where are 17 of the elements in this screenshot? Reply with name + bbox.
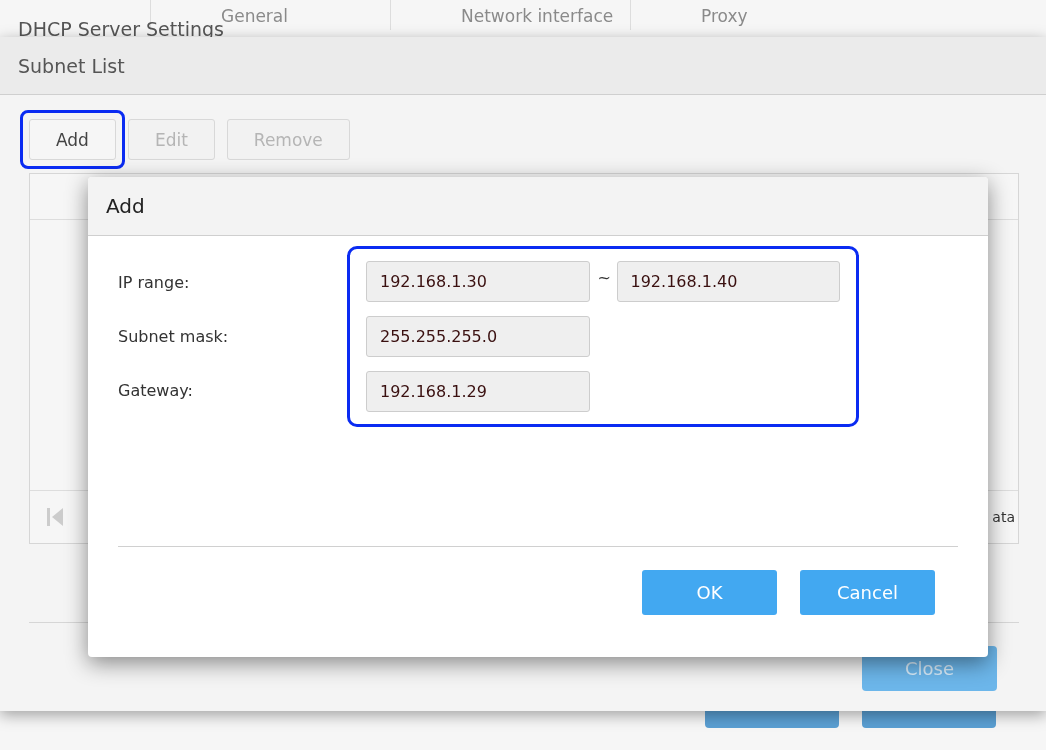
input-field[interactable]: 255.255.255.0 [366,316,590,357]
tab[interactable]: Network interface [390,0,630,30]
first-page-icon[interactable] [46,507,64,527]
dialog-title: Subnet List [0,37,1046,95]
field-label: IP range: [118,271,191,294]
cancel-button[interactable]: Cancel [800,570,935,615]
dialog-title: Add [88,177,988,236]
input-field[interactable]: 192.168.1.40 [616,261,840,302]
field-label: Gateway: [118,379,194,402]
input-field[interactable]: 192.168.1.29 [366,371,590,412]
range-separator: ~ [597,268,609,287]
toolbar-button[interactable]: Add [29,119,116,160]
input-field[interactable]: 192.168.1.30 [366,261,590,302]
field-label: Subnet mask: [118,325,230,348]
paging-text: ata [992,509,1015,525]
tab[interactable]: Proxy [630,0,870,30]
ok-button[interactable]: OK [642,570,777,615]
